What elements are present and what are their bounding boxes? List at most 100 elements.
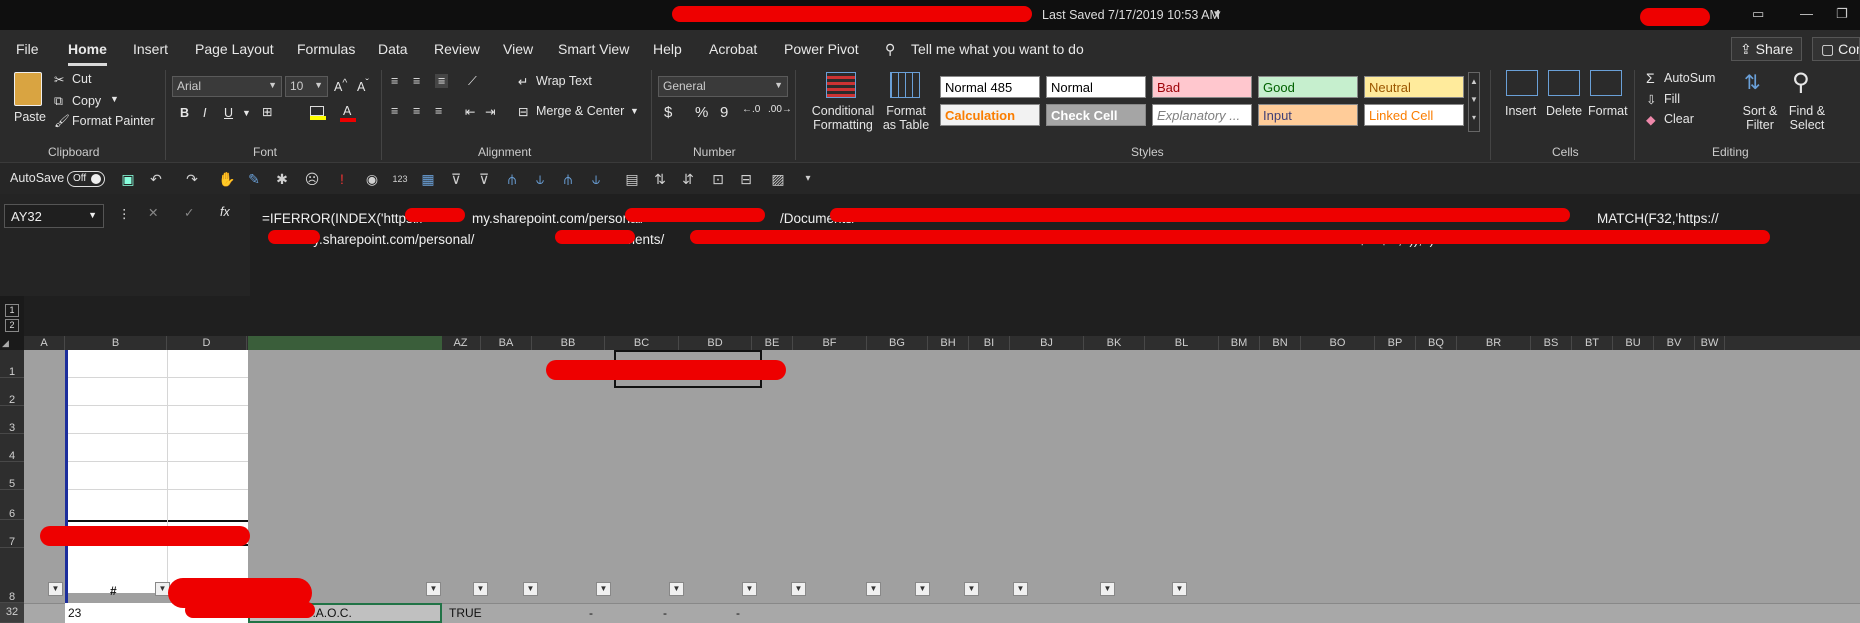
filter-dropdown-button[interactable]: ▼ — [523, 582, 538, 596]
column-header-bh[interactable]: BH — [928, 336, 969, 350]
conditional-formatting-button[interactable]: Conditional Formatting — [808, 104, 878, 132]
column-header-bl[interactable]: BL — [1145, 336, 1219, 350]
cell-bc32[interactable]: - — [663, 606, 667, 620]
cut-button[interactable]: Cut — [72, 72, 91, 86]
column-header-bj[interactable]: BJ — [1010, 336, 1084, 350]
cell-style-good[interactable]: Good — [1258, 76, 1358, 98]
format-painter-button[interactable]: Format Painter — [72, 114, 155, 128]
share-button[interactable]: ⇪ Share — [1731, 37, 1802, 61]
magnifier-icon[interactable]: ⚲ — [1792, 68, 1810, 97]
percent-button[interactable]: % — [695, 104, 708, 121]
bug-icon[interactable]: ✱ — [274, 171, 290, 187]
comments-button[interactable]: ▢ Com — [1812, 37, 1860, 61]
column-header-bt[interactable]: BT — [1572, 336, 1613, 350]
column-header-be[interactable]: BE — [752, 336, 793, 350]
insert-cells-icon[interactable] — [1506, 70, 1538, 96]
minimize-icon[interactable]: — — [1800, 6, 1813, 21]
cell-style-bad[interactable]: Bad — [1152, 76, 1252, 98]
column-header-bs[interactable]: BS — [1531, 336, 1572, 350]
tab-insert[interactable]: Insert — [133, 41, 168, 57]
copy-icon[interactable]: ⧉ — [54, 94, 63, 109]
cell-style-input[interactable]: Input — [1258, 104, 1358, 126]
column-header-ba[interactable]: BA — [481, 336, 532, 350]
hand-icon[interactable]: ✋ — [218, 171, 235, 187]
wrap-text-button[interactable]: Wrap Text — [536, 74, 592, 88]
enter-icon[interactable]: ✓ — [184, 205, 194, 220]
alert-icon[interactable]: ! — [334, 171, 350, 187]
column-header-bc[interactable]: BC — [605, 336, 679, 350]
align-bottom-icon[interactable]: ≡ — [435, 74, 449, 88]
filter-dropdown-button[interactable]: ▼ — [742, 582, 757, 596]
search-icon[interactable]: ⚲ — [885, 41, 895, 58]
filter-dropdown-button[interactable]: ▼ — [48, 582, 63, 596]
fill-button[interactable]: Fill — [1664, 92, 1680, 106]
font-name-select[interactable]: Arial ▼ — [172, 76, 282, 97]
align-left-icon[interactable]: ≡ — [391, 104, 398, 118]
merge-center-button[interactable]: Merge & Center — [536, 104, 624, 118]
filter-dropdown-button[interactable]: ▼ — [791, 582, 806, 596]
merge-icon[interactable]: ⊟ — [518, 104, 528, 119]
row-header-5[interactable]: 5 — [0, 462, 24, 490]
conditional-formatting-icon[interactable] — [826, 72, 856, 98]
customize-qat-icon[interactable]: ▾ — [800, 171, 816, 187]
tab-home[interactable]: Home — [68, 41, 107, 66]
column-header-b[interactable]: B — [65, 336, 167, 350]
decrease-indent-icon[interactable]: ⇤ — [465, 104, 475, 119]
currency-button[interactable]: $ — [664, 104, 672, 121]
number-icon[interactable]: 123 — [392, 171, 408, 187]
format-button[interactable]: Format — [1588, 104, 1628, 118]
tab-data[interactable]: Data — [378, 41, 408, 57]
increase-decimal-icon[interactable]: ←.0 — [742, 104, 760, 115]
copy-button[interactable]: Copy — [72, 94, 101, 108]
chevron-down-icon[interactable]: ▾ — [1214, 6, 1221, 22]
cell-style-neutral[interactable]: Neutral — [1364, 76, 1464, 98]
tab-smart-view[interactable]: Smart View — [558, 41, 629, 57]
find-select-button[interactable]: Find & Select — [1786, 104, 1828, 132]
column-header-bo[interactable]: BO — [1301, 336, 1375, 350]
decrease-font-icon[interactable]: Aˇ — [357, 78, 369, 94]
row-header-7[interactable]: 7 — [0, 520, 24, 548]
insert-button[interactable]: Insert — [1505, 104, 1536, 118]
bold-button[interactable]: B — [180, 106, 189, 120]
cell-style-check-cell[interactable]: Check Cell — [1046, 104, 1146, 126]
tell-me-search[interactable]: Tell me what you want to do — [911, 41, 1084, 57]
cancel-icon[interactable]: ✕ — [148, 205, 158, 220]
column-header-bu[interactable]: BU — [1613, 336, 1654, 350]
sort-asc-icon[interactable]: ⇅ — [652, 171, 668, 187]
autosum-button[interactable]: AutoSum — [1664, 71, 1715, 85]
scissors-icon[interactable]: ✂ — [54, 72, 64, 87]
filter-dropdown-button[interactable]: ▼ — [964, 582, 979, 596]
column-header-bi[interactable]: BI — [969, 336, 1010, 350]
borders-icon[interactable]: ⊞ — [262, 104, 272, 119]
wrap-text-icon[interactable]: ↵ — [518, 74, 528, 89]
insert-function-icon[interactable]: fx — [220, 205, 230, 219]
column-header-d[interactable]: D — [167, 336, 247, 350]
column-header-bv[interactable]: BV — [1654, 336, 1695, 350]
row-header-32[interactable]: 32 — [0, 603, 24, 623]
ungroup-icon[interactable]: ⊟ — [738, 171, 754, 187]
split-icon[interactable]: ⫝ — [532, 171, 548, 187]
grid-icon[interactable]: ▦ — [420, 171, 436, 187]
calendar-icon[interactable]: ▤ — [624, 171, 640, 187]
split-icon[interactable]: ⫝ — [588, 171, 604, 187]
format-table-icon[interactable] — [890, 72, 920, 98]
autosave-toggle[interactable]: Off — [67, 171, 105, 187]
name-box[interactable]: AY32 ▼ — [4, 204, 104, 228]
sort-filter-button[interactable]: Sort & Filter — [1739, 104, 1781, 132]
filter-dropdown-button[interactable]: ▼ — [473, 582, 488, 596]
split-icon[interactable]: ⫛ — [560, 171, 576, 187]
sort-filter-icon[interactable]: ⇅ — [1744, 70, 1761, 95]
outline-level-2[interactable]: 2 — [5, 319, 19, 332]
column-header-bm[interactable]: BM — [1219, 336, 1260, 350]
column-header-bf[interactable]: BF — [793, 336, 867, 350]
row-header-8[interactable]: 8 — [0, 548, 24, 603]
filter-icon[interactable]: ⊽ — [448, 171, 464, 187]
delete-cells-icon[interactable] — [1548, 70, 1580, 96]
cell-style-explanatory[interactable]: Explanatory ... — [1152, 104, 1252, 126]
cell-az32[interactable]: TRUE — [449, 606, 482, 620]
gallery-scroll[interactable]: ▲ ▼ ▾ — [1468, 72, 1480, 132]
format-as-table-button[interactable]: Format as Table — [878, 104, 934, 132]
filter-clear-icon[interactable]: ⊽ — [476, 171, 492, 187]
row-header-6[interactable]: 6 — [0, 490, 24, 520]
row-header-3[interactable]: 3 — [0, 406, 24, 434]
